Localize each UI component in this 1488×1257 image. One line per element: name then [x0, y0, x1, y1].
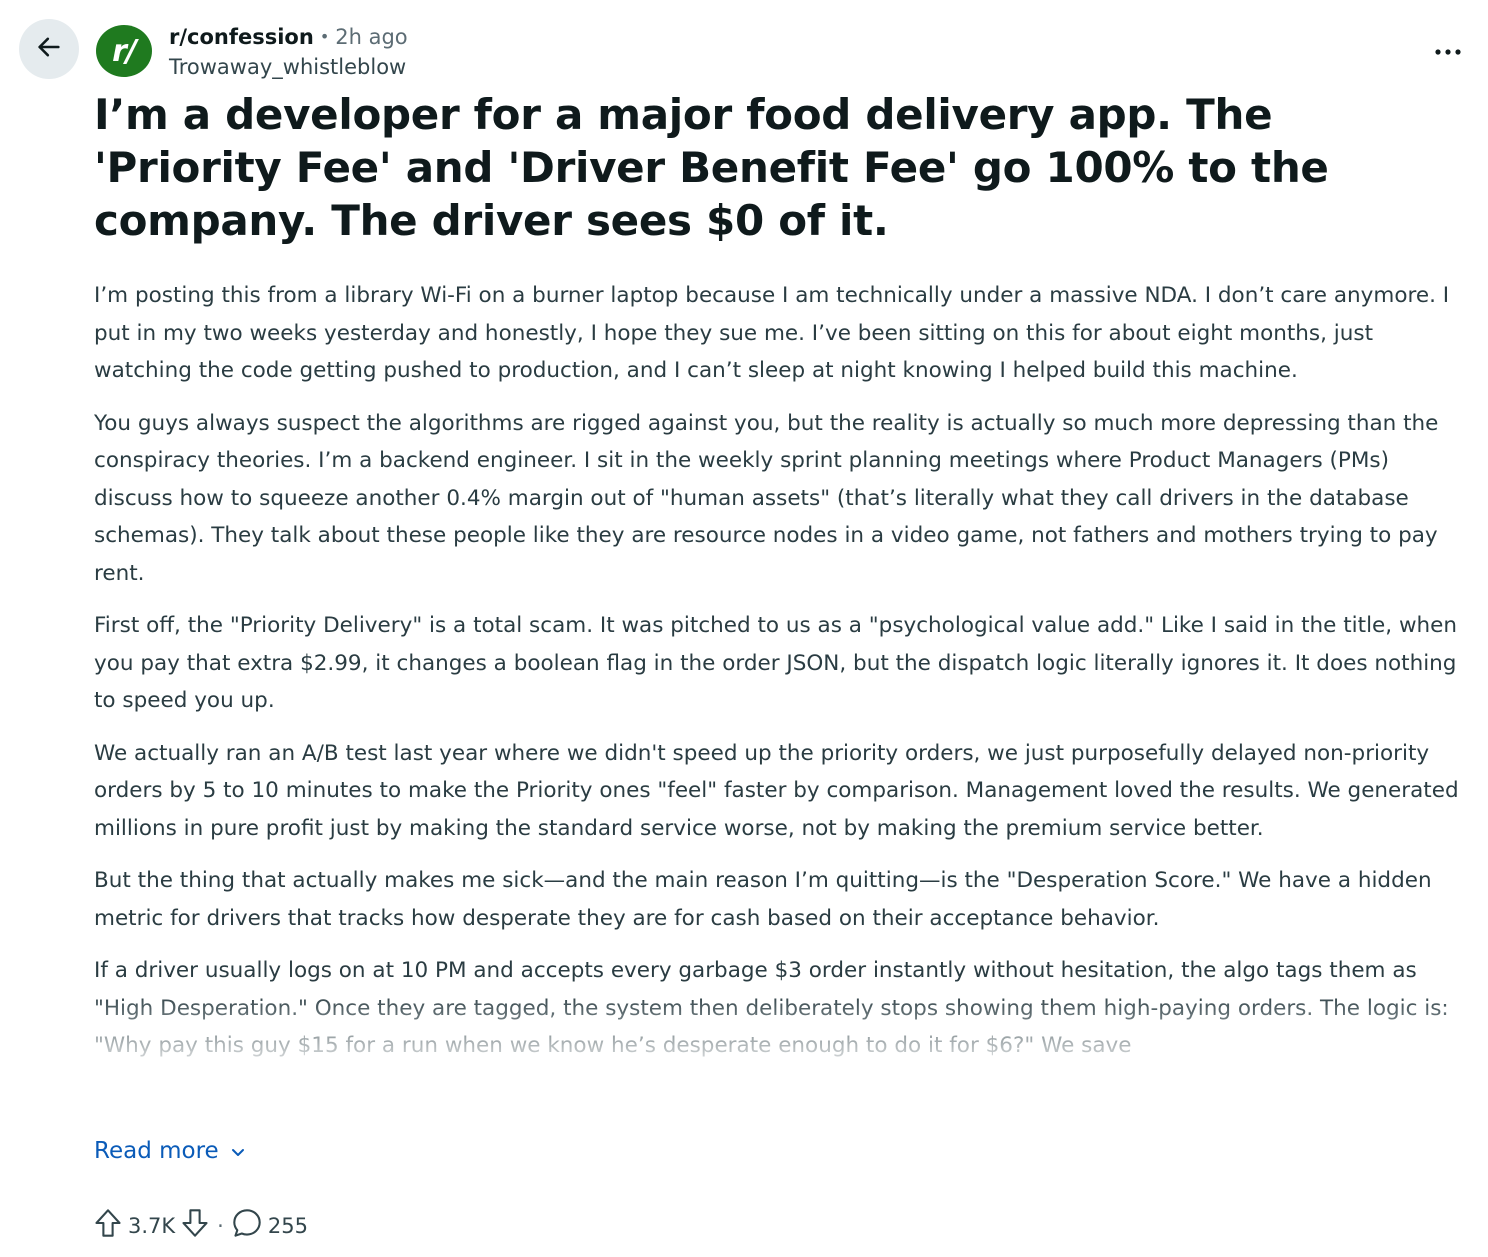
author-link[interactable]: Trowaway_whistleblow [169, 52, 408, 82]
post-paragraph: We actually ran an A/B test last year wh… [94, 740, 1459, 841]
subreddit-avatar[interactable]: r/ [96, 25, 152, 77]
comment-count: 255 [267, 1213, 308, 1238]
ellipsis-horizontal-icon [1435, 41, 1461, 60]
vote-count: 3.7K [128, 1213, 176, 1238]
post-paragraph: You guys always suspect the algorithms a… [94, 410, 1439, 586]
post-paragraph: I’m posting this from a library Wi-Fi on… [94, 283, 1450, 383]
more-options-button[interactable] [1428, 30, 1468, 70]
post-paragraph: If a driver usually logs on at 10 PM and… [94, 958, 1449, 1058]
upvote-button[interactable] [94, 1208, 122, 1243]
downvote-button[interactable] [181, 1208, 209, 1243]
comments-button[interactable] [232, 1208, 262, 1243]
arrow-up-icon [94, 1208, 122, 1243]
meta-separator: • [319, 27, 330, 46]
post-time: 2h ago [335, 25, 408, 49]
post-paragraph: First off, the "Priority Delivery" is a … [94, 613, 1458, 713]
arrow-down-icon [181, 1208, 209, 1243]
post-title: I’m a developer for a major food deliver… [94, 90, 1329, 245]
arrow-left-icon [35, 33, 63, 65]
read-more-label: Read more [94, 1138, 219, 1164]
back-button[interactable] [19, 19, 79, 79]
actions-separator: · [217, 1213, 224, 1238]
subreddit-link[interactable]: r/confession [169, 22, 314, 52]
post-paragraph: But the thing that actually makes me sic… [94, 868, 1432, 931]
read-more-button[interactable]: Read more [94, 1138, 245, 1164]
speech-bubble-icon [232, 1208, 262, 1243]
post-actions: 3.7K · 255 [94, 1208, 314, 1243]
post-meta: r/confession • 2h ago Trowaway_whistlebl… [169, 22, 408, 82]
chevron-down-icon [231, 1138, 245, 1164]
post-body: I’m posting this from a library Wi-Fi on… [94, 277, 1474, 1132]
